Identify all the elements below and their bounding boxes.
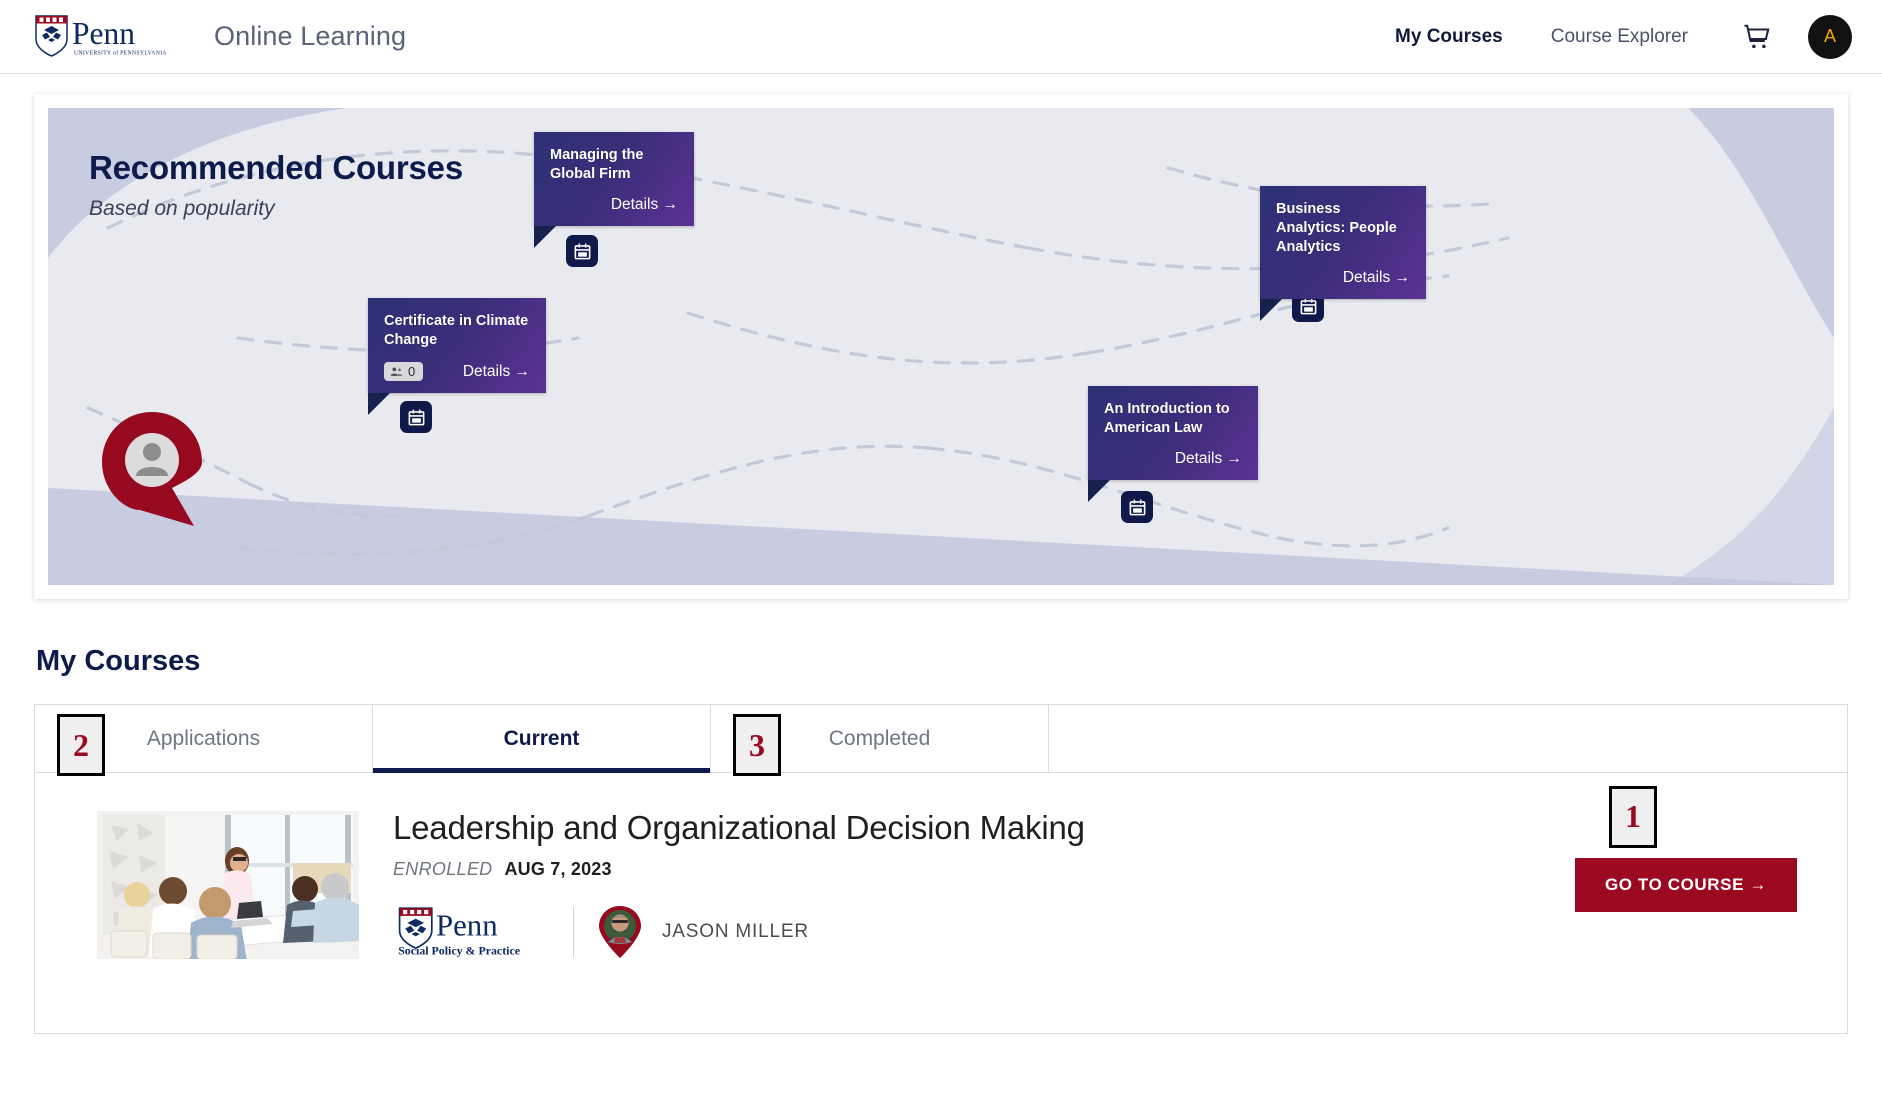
user-location-pin[interactable] (100, 410, 204, 528)
brand-group[interactable]: Penn UNIVERSITY of PENNSYLVANIA Online L… (28, 11, 406, 63)
card-tail (368, 393, 390, 416)
course-credit-row: Penn Social Policy & Practice JASON MILL… (393, 904, 1575, 960)
course-details: Leadership and Organizational Decision M… (393, 809, 1575, 960)
card-title: Business Analytics: People Analytics (1276, 201, 1397, 256)
shopping-cart-icon[interactable] (1712, 22, 1802, 52)
svg-text:Penn: Penn (436, 909, 498, 943)
card-tail (1088, 480, 1110, 503)
svg-text:UNIVERSITY of PENNSYLVANIA: UNIVERSITY of PENNSYLVANIA (74, 49, 167, 56)
annotation-marker-2: 2 (57, 714, 105, 776)
calendar-pin-managing-global-firm[interactable] (566, 235, 598, 267)
course-actions: 1 GO TO COURSE → (1574, 785, 1797, 912)
calendar-pin-intro-american-law[interactable] (1121, 491, 1153, 523)
tabs-filler (1049, 705, 1847, 772)
recommended-card-certificate-climate-change[interactable]: Certificate in Climate Change 0 Details … (368, 298, 546, 416)
card-enrollment-badge: 0 (384, 362, 424, 382)
tab-completed[interactable]: 3 Completed (711, 705, 1049, 776)
people-icon (390, 367, 403, 377)
go-to-course-button[interactable]: GO TO COURSE → (1574, 857, 1797, 912)
card-details-link[interactable]: Details → (611, 196, 678, 214)
my-courses-tabs: 2 Applications Current 3 Completed (35, 705, 1847, 776)
recommended-card-managing-global-firm[interactable]: Managing the Global Firm Details → (534, 132, 694, 249)
user-avatar[interactable]: A (1808, 14, 1852, 59)
banner-heading: Recommended Courses Based on popularity (89, 149, 463, 221)
annotation-marker-3: 3 (733, 714, 781, 776)
card-enrollment-count: 0 (408, 364, 416, 380)
nav-my-courses[interactable]: My Courses (1371, 26, 1527, 48)
course-enrollment-meta: ENROLLED AUG 7, 2023 (393, 859, 1575, 880)
card-tail (1260, 299, 1282, 322)
svg-text:Social Policy & Practice: Social Policy & Practice (398, 943, 520, 957)
instructor-avatar-pin (599, 906, 641, 958)
card-details-link[interactable]: Details → (1343, 269, 1410, 287)
enrolled-label: ENROLLED (393, 859, 493, 879)
tab-label: Current (503, 726, 580, 750)
tab-label: Completed (828, 726, 931, 750)
course-list-item: Leadership and Organizational Decision M… (35, 773, 1847, 960)
instructor-name: JASON MILLER (662, 921, 809, 942)
penn-logo: Penn UNIVERSITY of PENNSYLVANIA (35, 14, 167, 57)
banner-title: Recommended Courses (89, 149, 463, 186)
recommended-card-intro-american-law[interactable]: An Introduction to American Law Details … (1088, 386, 1258, 503)
card-title: An Introduction to American Law (1104, 401, 1230, 437)
tab-current[interactable]: Current (373, 705, 711, 773)
recommended-card-business-analytics[interactable]: Business Analytics: People Analytics Det… (1260, 186, 1426, 322)
card-title: Certificate in Climate Change (384, 313, 529, 349)
banner-subtitle: Based on popularity (89, 197, 275, 220)
course-thumbnail (97, 810, 359, 959)
svg-text:Penn: Penn (72, 16, 135, 51)
card-details-link[interactable]: Details → (1175, 450, 1242, 468)
brand-title: Online Learning (214, 21, 407, 51)
recommended-courses-banner: Recommended Courses Based on popularity … (34, 94, 1848, 599)
course-thumbnail-image (97, 810, 359, 959)
enrolled-date: AUG 7, 2023 (504, 859, 612, 879)
my-courses-title: My Courses (36, 645, 201, 677)
annotation-marker-1: 1 (1608, 785, 1657, 848)
card-details-link[interactable]: Details → (463, 363, 530, 381)
banner-map-canvas: Recommended Courses Based on popularity … (48, 108, 1834, 585)
calendar-pin-certificate-climate-change[interactable] (400, 401, 432, 433)
my-courses-panel: 2 Applications Current 3 Completed Leade… (34, 704, 1848, 1034)
tab-label: Applications (146, 726, 261, 750)
card-title: Managing the Global Firm (550, 147, 644, 183)
nav-course-explorer[interactable]: Course Explorer (1527, 26, 1712, 48)
tab-applications[interactable]: 2 Applications (35, 705, 373, 776)
course-title[interactable]: Leadership and Organizational Decision M… (393, 809, 1575, 847)
site-header: Penn UNIVERSITY of PENNSYLVANIA Online L… (0, 0, 1882, 74)
divider (573, 907, 574, 957)
card-tail (534, 226, 556, 249)
header-nav: My Courses Course Explorer A (1371, 14, 1852, 59)
penn-sp2-logo: Penn Social Policy & Practice (398, 907, 520, 957)
